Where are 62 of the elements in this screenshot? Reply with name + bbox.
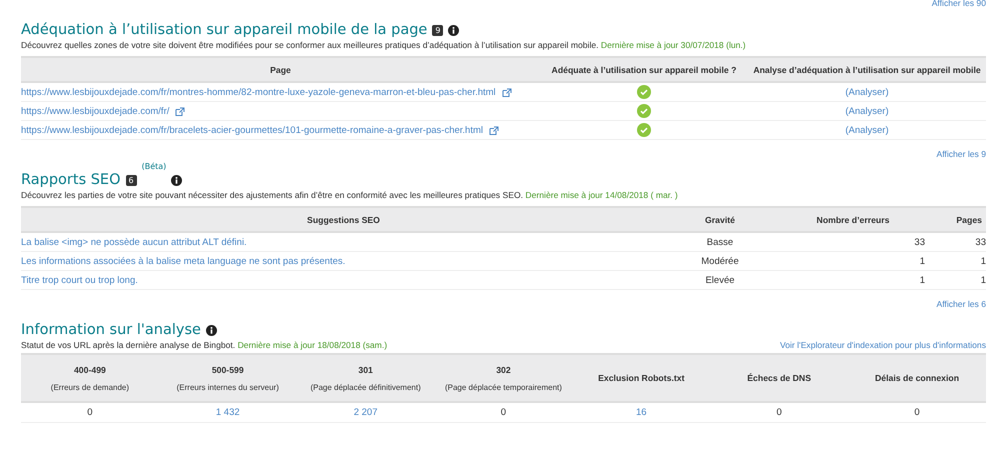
section-description: Statut de vos URL après la dernière analyse de Bingbot. Dernière mise à jour 18/08/2018 (sam.) <box>21 340 388 350</box>
count-cell: 0 <box>21 402 159 422</box>
errors-cell: 1 <box>774 270 932 290</box>
column-header: Exclusion Robots.txt <box>572 354 710 402</box>
column-header: Pages <box>932 207 986 232</box>
column-header: Délais de connexion <box>848 354 986 402</box>
column-header: Suggestions SEO <box>21 207 666 232</box>
count-badge: 6 <box>126 174 137 186</box>
column-subtitle: (Erreurs internes du serveur) <box>176 382 280 392</box>
count-cell: 0 <box>434 402 572 422</box>
column-header: 500-599 (Erreurs internes du serveur) <box>158 354 297 402</box>
info-icon <box>206 324 217 336</box>
section-description: Découvrez quelles zones de votre site doivent être modifiées pour se conformer aux meilleures pratiques d’adéquation à l’utilisation sur appareil mobile. Dernière mise à jour 30/07/2018 (lun.) <box>21 40 747 50</box>
section-description: Découvrez les parties de votre site pouvant nécessiter des ajustements afin d’être en conformité avec les meilleures pratiques SEO. Dernière mise à jour 14/08/2018 ( mar. ) <box>21 190 679 200</box>
page-url-link[interactable]: https://www.lesbijouxdejade.com/fr/ <box>21 106 170 116</box>
beta-label: (Béta) <box>142 162 166 171</box>
info-icon <box>171 174 182 186</box>
column-subtitle: (Page déplacée temporairement) <box>444 382 563 392</box>
errors-cell: 1 <box>774 252 932 270</box>
count-link[interactable]: 2 207 <box>354 407 378 418</box>
section-title: Rapports SEO <box>21 172 121 188</box>
column-header: Analyse d’adéquation à l’utilisation sur appareil mobile <box>748 57 986 82</box>
column-header: 302 (Page déplacée temporairement) <box>434 354 572 402</box>
section-title: Information sur l'analyse <box>21 322 201 338</box>
show-all-link[interactable]: Afficher les 9 <box>936 149 986 159</box>
column-header: 301 (Page déplacée définitivement) <box>296 354 435 402</box>
info-icon <box>448 24 460 36</box>
suggestion-link[interactable]: Les informations associées à la balise meta language ne sont pas présentes. <box>21 256 346 266</box>
external-link-icon <box>502 88 512 96</box>
count-cell: 0 <box>710 402 848 422</box>
external-link-icon <box>175 106 186 116</box>
explorer-link[interactable]: Voir l'Explorateur d'indexation pour plus d'informations <box>780 340 986 350</box>
column-header: 400-499 (Erreurs de demande) <box>21 354 159 402</box>
column-header: Échecs de DNS <box>710 354 848 402</box>
pages-cell: 1 <box>932 252 986 270</box>
pages-cell: 1 <box>932 270 986 290</box>
column-header: Nombre d’erreurs <box>774 207 932 232</box>
analyze-link[interactable]: (Analyser) <box>845 106 889 116</box>
count-link[interactable]: 1 432 <box>216 407 240 418</box>
section-title: Adéquation à l’utilisation sur appareil mobile de la page <box>21 22 428 38</box>
show-all-link[interactable]: Afficher les 90 <box>932 0 986 8</box>
column-header: Gravité <box>666 207 774 232</box>
page-url-link[interactable]: https://www.lesbijouxdejade.com/fr/montres-homme/82-montre-luxe-yazole-geneva-marron-et-bleu-pas-cher.html <box>21 86 496 98</box>
analyze-link[interactable]: (Analyser) <box>845 86 889 98</box>
column-subtitle: (Erreurs de demande) <box>50 382 130 392</box>
severity-cell: Modérée <box>666 252 774 270</box>
analyze-link[interactable]: (Analyser) <box>845 124 889 136</box>
suggestion-link[interactable]: Titre trop court ou trop long. <box>21 274 138 286</box>
external-link-icon <box>489 126 499 134</box>
column-header: Adéquate à l’utilisation sur appareil mobile ? <box>540 57 748 82</box>
count-link[interactable]: 16 <box>636 407 647 418</box>
column-header: Page <box>21 57 540 82</box>
page-url-link[interactable]: https://www.lesbijouxdejade.com/fr/bracelets-acier-gourmettes/101-gourmette-romaine-a-graver-pas-cher.html <box>21 124 483 136</box>
column-subtitle: (Page déplacée définitivement) <box>309 382 422 392</box>
suggestion-link[interactable]: La balise <img> ne possède aucun attribut ALT défini. <box>21 236 247 248</box>
show-all-link[interactable]: Afficher les 6 <box>936 299 986 309</box>
pages-cell: 33 <box>932 232 986 252</box>
count-badge: 9 <box>432 24 444 36</box>
severity-cell: Elevée <box>666 270 774 290</box>
errors-cell: 33 <box>774 232 932 252</box>
count-cell: 0 <box>848 402 986 422</box>
severity-cell: Basse <box>666 232 774 252</box>
